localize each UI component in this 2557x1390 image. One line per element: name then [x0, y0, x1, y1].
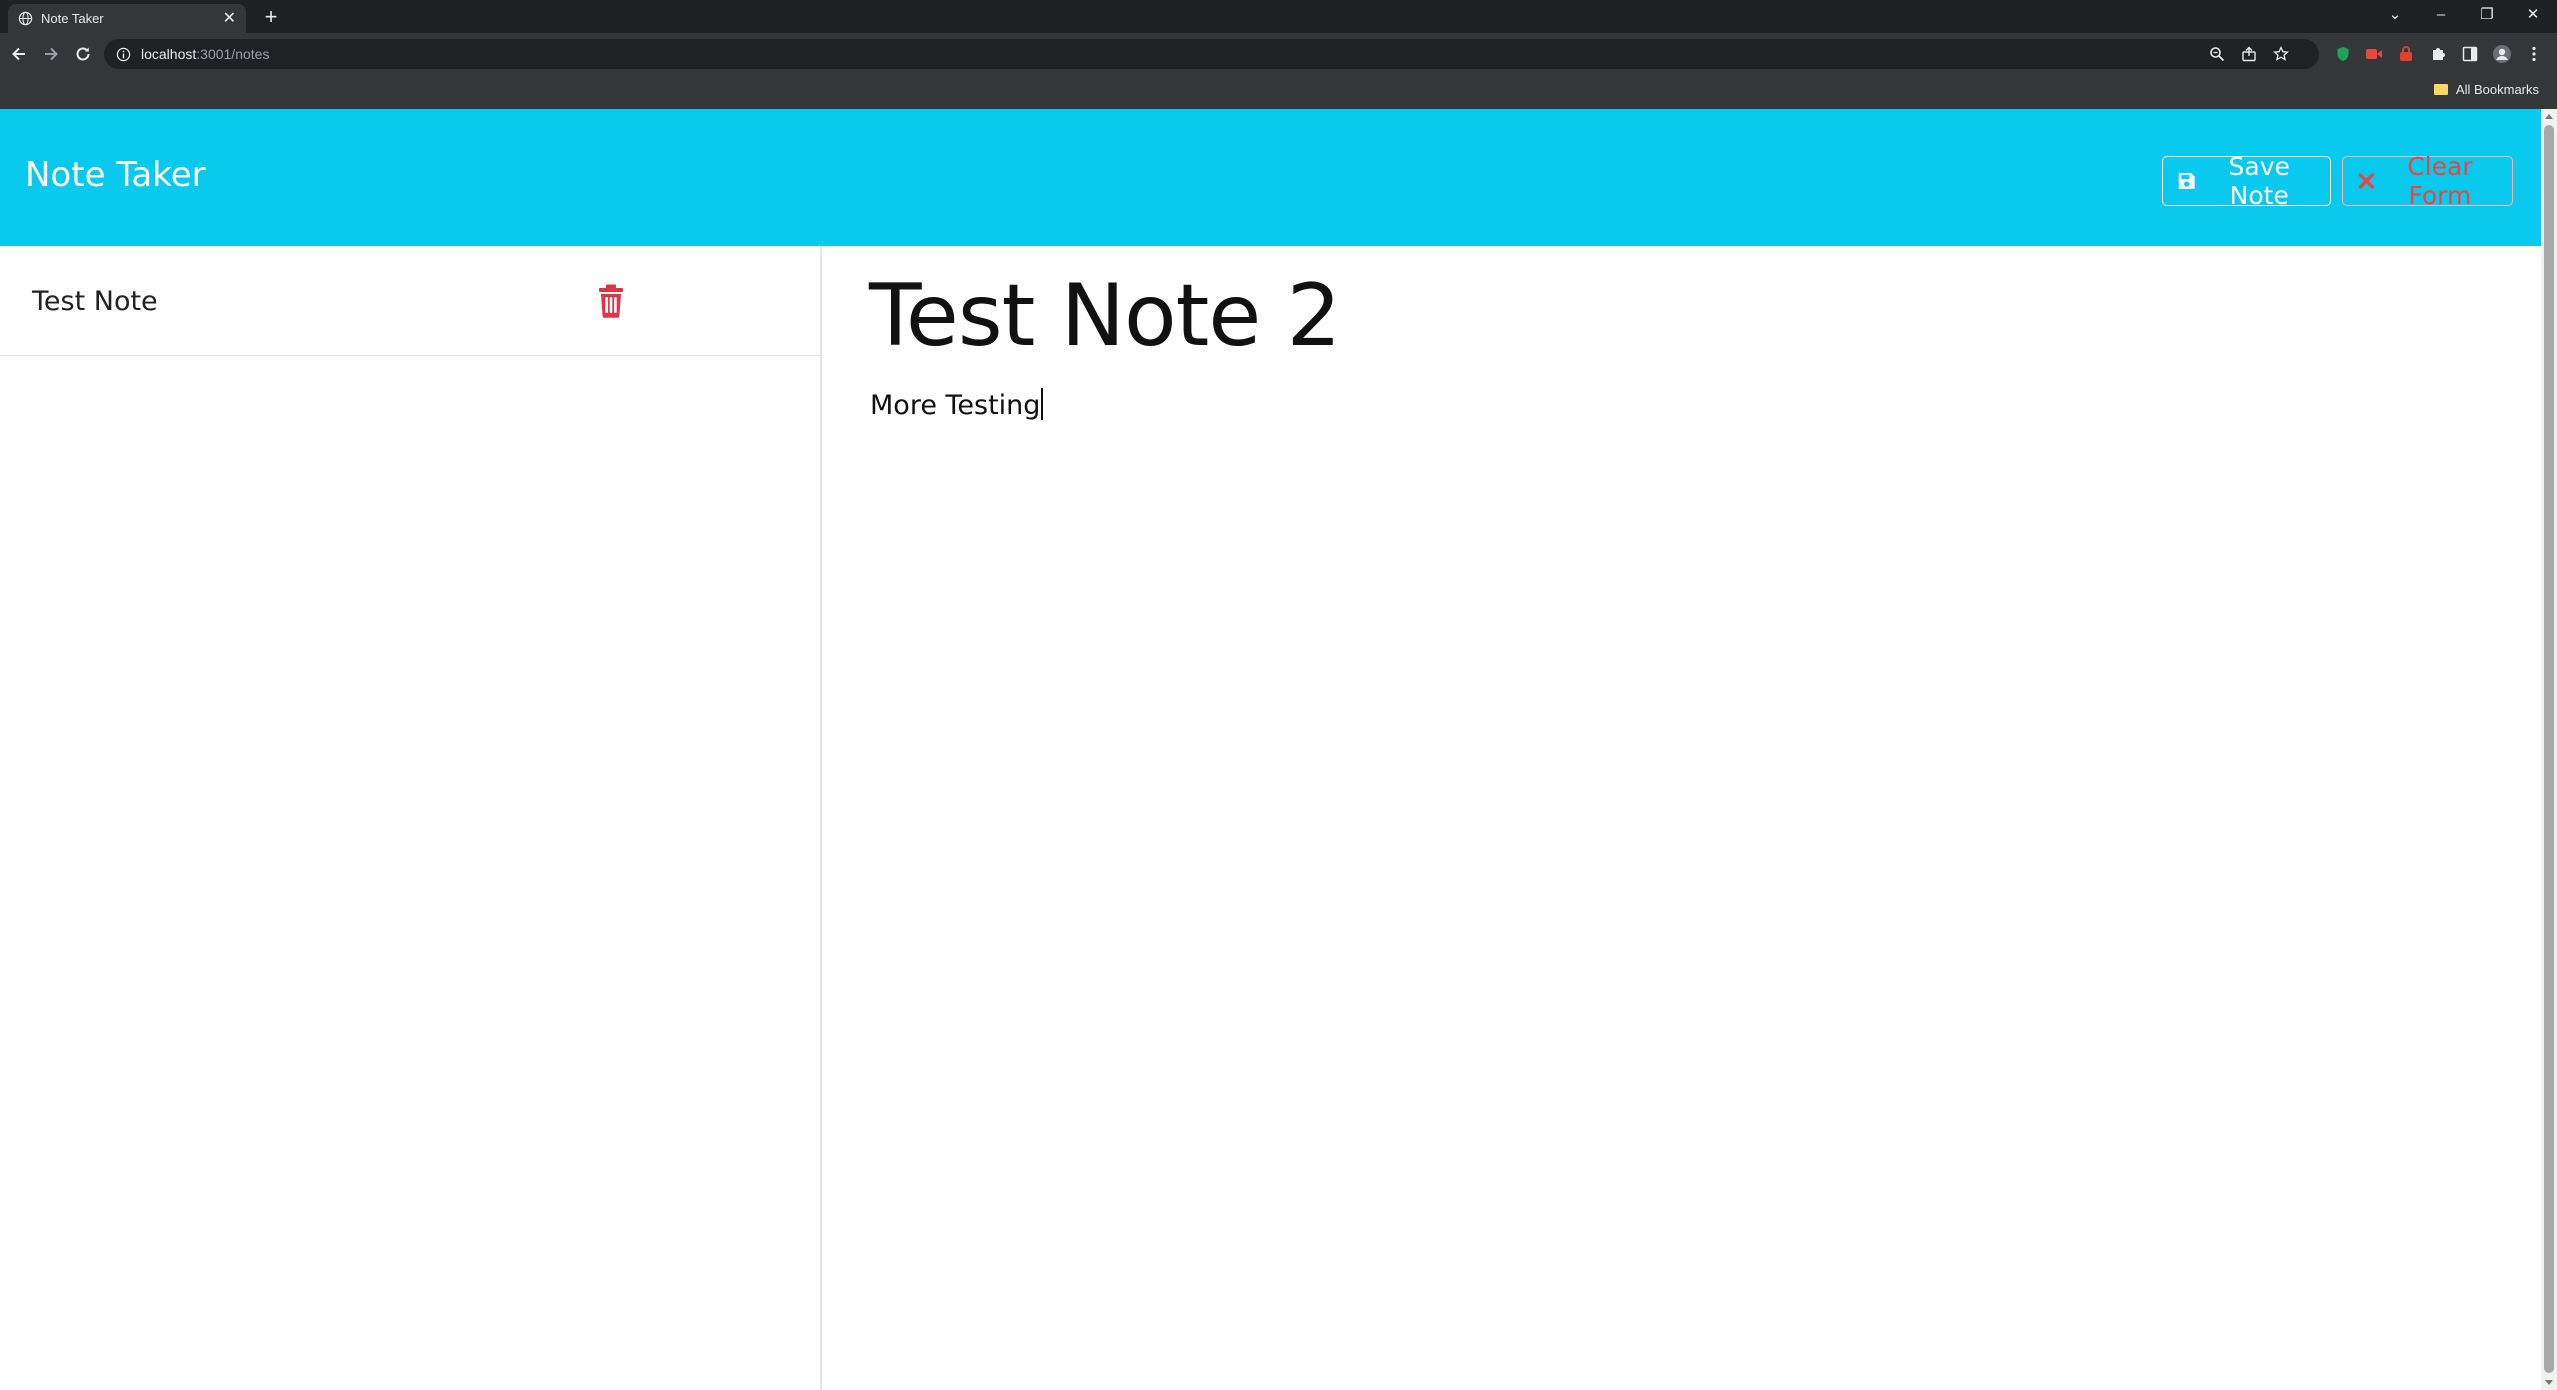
restore-button[interactable]: ❐: [2465, 0, 2509, 30]
forward-icon[interactable]: [38, 41, 64, 67]
new-tab-button[interactable]: +: [258, 4, 284, 30]
all-bookmarks-label: All Bookmarks: [2455, 82, 2539, 97]
globe-icon: [18, 11, 33, 26]
save-note-label: Save Note: [2228, 152, 2290, 210]
close-icon: [2358, 173, 2375, 189]
note-title-input[interactable]: Test Note 2: [869, 266, 1341, 366]
scroll-up-arrow-icon[interactable]: [2545, 114, 2553, 119]
save-icon: [2178, 173, 2195, 189]
tab-close-icon[interactable]: ✕: [223, 10, 236, 27]
page-content: Note Taker Save Note Clear Form Test Not…: [0, 109, 2541, 1390]
note-textarea[interactable]: More Testing: [870, 388, 1044, 421]
window-close-button[interactable]: ✕: [2511, 0, 2555, 30]
folder-icon: [2433, 84, 2448, 95]
note-editor: Test Note 2 More Testing: [824, 246, 2541, 1390]
minimize-button[interactable]: –: [2419, 0, 2463, 30]
url-path: :3001/notes: [196, 46, 270, 62]
app-brand[interactable]: Note Taker: [25, 155, 206, 195]
note-text-value: More Testing: [870, 390, 1041, 421]
list-item[interactable]: Test Note: [0, 246, 820, 356]
trash-icon[interactable]: [598, 284, 624, 318]
extension-shield-icon[interactable]: [2330, 41, 2356, 67]
clear-form-label: Clear Form: [2407, 152, 2473, 210]
tab-search-icon[interactable]: ⌄: [2373, 0, 2417, 30]
note-list-title: Test Note: [32, 286, 158, 317]
back-icon[interactable]: [6, 41, 32, 67]
browser-toolbar: localhost:3001/notes: [0, 33, 2557, 75]
scrollbar-thumb[interactable]: [2544, 125, 2554, 1373]
profile-avatar-icon[interactable]: [2489, 41, 2515, 67]
browser-tab[interactable]: Note Taker ✕: [8, 4, 246, 33]
address-bar[interactable]: localhost:3001/notes: [104, 39, 2319, 69]
text-caret: [1041, 388, 1044, 420]
reload-icon[interactable]: [70, 41, 96, 67]
extensions-puzzle-icon[interactable]: [2425, 41, 2451, 67]
app-navbar: Note Taker Save Note Clear Form: [0, 109, 2541, 246]
tab-title: Note Taker: [41, 11, 104, 26]
bookmarks-bar: All Bookmarks: [0, 75, 2557, 109]
save-note-button[interactable]: Save Note: [2162, 152, 2331, 210]
url-host: localhost: [141, 46, 197, 62]
share-icon[interactable]: [2241, 46, 2257, 62]
extension-video-icon[interactable]: [2361, 41, 2387, 67]
browser-tab-strip: Note Taker ✕ + ⌄ – ❐ ✕: [0, 0, 2557, 33]
notes-sidebar: Test Note: [0, 246, 822, 1390]
scroll-down-arrow-icon[interactable]: [2545, 1380, 2553, 1385]
site-info-icon[interactable]: [116, 47, 131, 62]
bookmark-star-icon[interactable]: [2273, 46, 2289, 62]
page-scrollbar[interactable]: [2541, 109, 2557, 1390]
extension-lock-icon[interactable]: [2393, 41, 2419, 67]
side-panel-icon[interactable]: [2457, 41, 2483, 67]
browser-menu-icon[interactable]: [2521, 41, 2547, 67]
omnibox-actions: [2189, 39, 2319, 69]
all-bookmarks-button[interactable]: All Bookmarks: [2433, 82, 2539, 97]
clear-form-button[interactable]: Clear Form: [2342, 152, 2513, 210]
zoom-icon[interactable]: [2209, 46, 2225, 62]
